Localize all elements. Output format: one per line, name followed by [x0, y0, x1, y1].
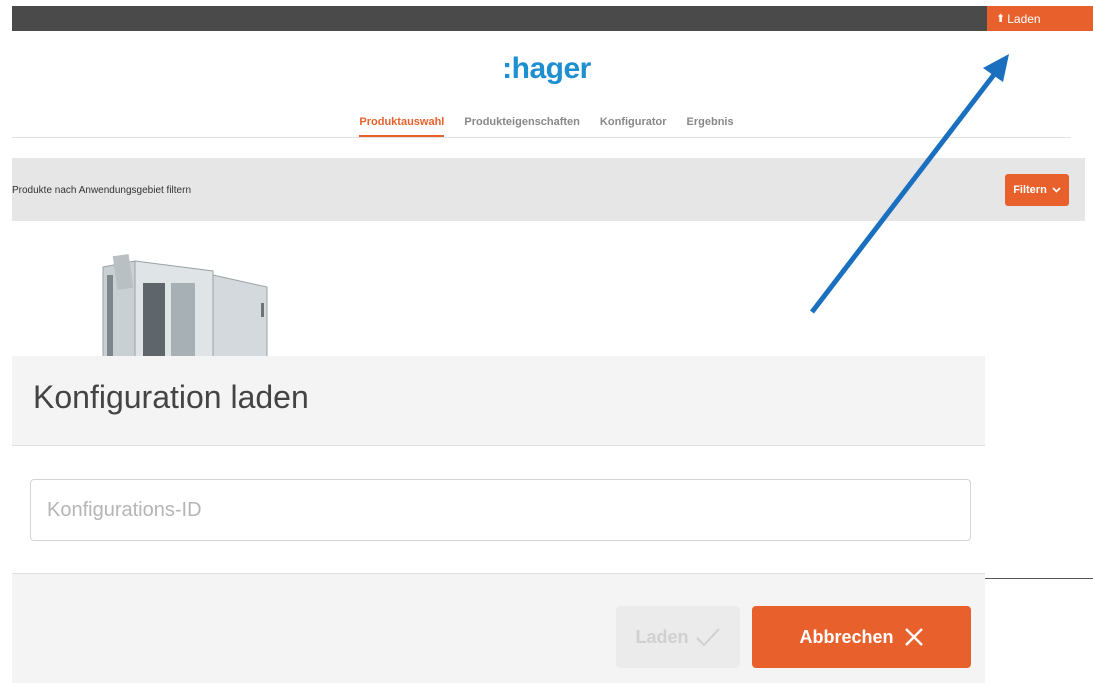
top-load-label: Laden: [1007, 11, 1041, 26]
upload-icon: ⬆: [996, 13, 1006, 25]
tab-konfigurator[interactable]: Konfigurator: [600, 116, 667, 137]
tabs-divider: [12, 137, 1071, 138]
load-button-label: Laden: [635, 626, 689, 647]
tab-ergebnis[interactable]: Ergebnis: [687, 116, 734, 137]
close-icon: [904, 628, 923, 646]
filter-button-label: Filtern: [1013, 184, 1047, 196]
cancel-button[interactable]: Abbrechen: [752, 606, 971, 668]
wizard-tabs: Produktauswahl Produkteigenschaften Konf…: [0, 116, 1093, 137]
cabinet-product-image[interactable]: [95, 253, 275, 357]
background-divider: [985, 578, 1093, 579]
dialog-title: Konfiguration laden: [33, 379, 309, 415]
chevron-down-icon: [1052, 187, 1061, 193]
filter-bar-text: Produkte nach Anwendungsgebiet filtern: [12, 185, 192, 196]
tab-produkteigenschaften[interactable]: Produkteigenschaften: [464, 116, 580, 137]
tab-produktauswahl[interactable]: Produktauswahl: [359, 116, 445, 137]
cancel-button-label: Abbrechen: [799, 626, 894, 647]
hager-logo: :hager: [502, 52, 591, 85]
load-configuration-dialog: Konfiguration laden Laden Abbrechen: [12, 356, 985, 683]
top-load-button[interactable]: ⬆ Laden: [987, 6, 1093, 31]
dialog-header: Konfiguration laden: [12, 356, 985, 446]
filter-button[interactable]: Filtern: [1005, 174, 1069, 206]
top-bar: [12, 6, 1093, 31]
configuration-id-input[interactable]: [30, 479, 971, 541]
load-button[interactable]: Laden: [616, 606, 740, 668]
checkmark-icon: [695, 628, 720, 647]
dialog-footer: Laden Abbrechen: [12, 573, 985, 683]
